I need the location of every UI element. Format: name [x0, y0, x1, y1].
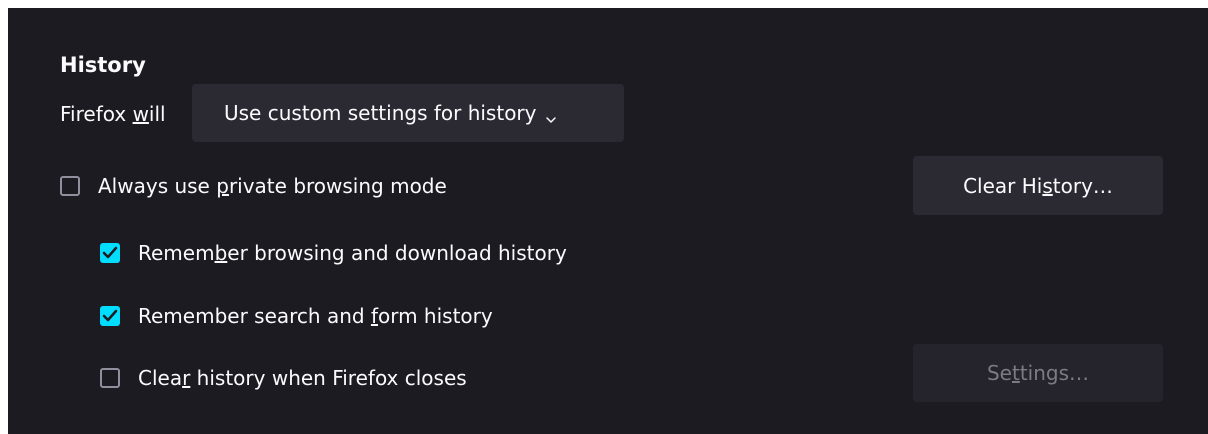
remember-browsing-label[interactable]: Remember browsing and download history [138, 241, 567, 265]
clear-on-close-label-end: history when Firefox closes [190, 366, 467, 390]
clear-history-label-end: tory… [1052, 173, 1113, 198]
chevron-down-icon [545, 107, 557, 123]
private-mode-label-end: rivate browsing mode [228, 174, 447, 198]
settings-label-end: tings… [1019, 361, 1090, 385]
remember-search-label-end: orm history [377, 304, 493, 328]
remember-browsing-label-mnemonic: b [214, 241, 228, 265]
history-mode-label-end: ill [148, 102, 166, 126]
clear-on-close-label-start: Clea [138, 366, 183, 390]
remember-browsing-label-start: Remem [138, 241, 215, 265]
remember-browsing-checkbox[interactable] [100, 243, 120, 263]
checkmark-icon [102, 246, 118, 259]
history-section: History Firefox will Use custom settings… [8, 8, 1208, 434]
checkmark-icon [102, 309, 118, 322]
remember-search-checkbox[interactable] [100, 306, 120, 326]
history-mode-label-mnemonic: w [132, 102, 149, 126]
history-settings-button[interactable]: Se t tings… [913, 344, 1163, 402]
private-mode-label-mnemonic: p [216, 174, 229, 198]
private-mode-label[interactable]: Always use private browsing mode [98, 174, 447, 198]
history-mode-selected: Use custom settings for history [224, 101, 537, 125]
remember-search-label-start: Remember search and [138, 304, 371, 328]
private-mode-checkbox[interactable] [60, 176, 80, 196]
clear-on-close-checkbox[interactable] [100, 368, 120, 388]
history-mode-label: Firefox will [60, 102, 166, 126]
remember-search-label[interactable]: Remember search and form history [138, 304, 493, 328]
clear-history-label-start: Clear Hi [963, 173, 1043, 198]
clear-on-close-label[interactable]: Clear history when Firefox closes [138, 366, 467, 390]
remember-search-label-mnemonic: f [370, 304, 378, 328]
clear-history-label-mnemonic: s [1042, 173, 1053, 198]
private-mode-label-start: Always use [98, 174, 217, 198]
history-mode-label-start: Firefox [60, 102, 133, 126]
section-title: History [60, 53, 146, 77]
settings-label-start: Se [986, 361, 1012, 385]
clear-history-button[interactable]: Clear Hi s tory… [913, 156, 1163, 215]
remember-browsing-label-end: er browsing and download history [227, 241, 567, 265]
history-mode-dropdown[interactable]: Use custom settings for history [192, 84, 624, 142]
settings-label-mnemonic: t [1011, 361, 1020, 385]
